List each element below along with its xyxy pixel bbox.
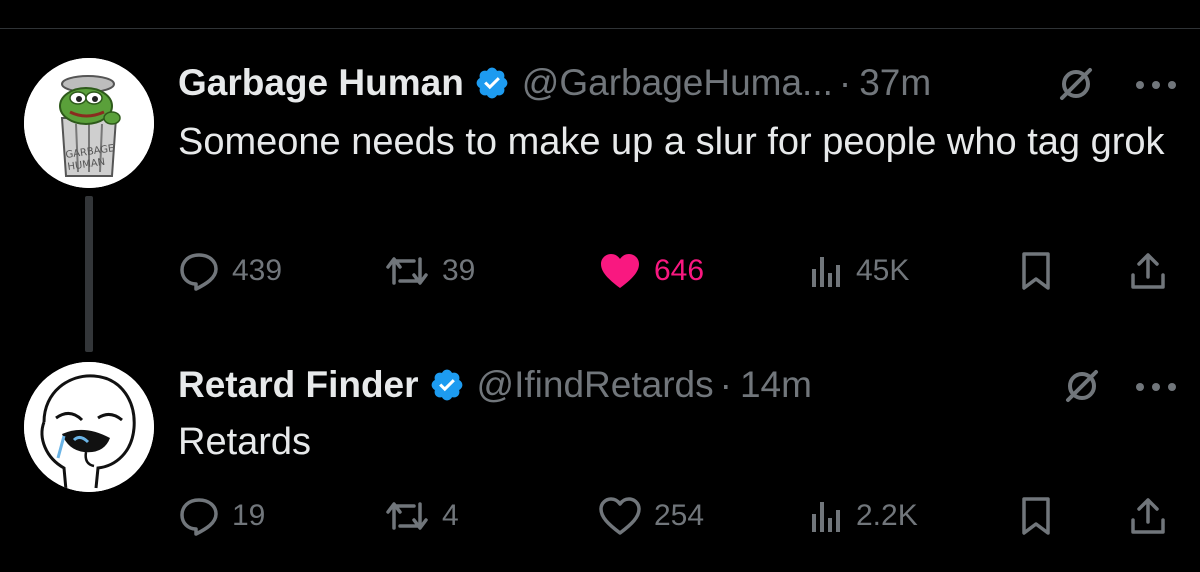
more-options-icon[interactable]: [1134, 78, 1178, 90]
view-count: 2.2K: [856, 499, 918, 532]
like-count: 254: [654, 499, 705, 532]
views-chart-icon: [812, 502, 840, 532]
verified-badge-icon: [429, 367, 465, 403]
like-button[interactable]: 254: [598, 492, 704, 540]
timestamp[interactable]: 37m: [859, 62, 931, 104]
views-button[interactable]: 2.2K: [808, 492, 918, 540]
repost-button[interactable]: 4: [384, 492, 459, 540]
reply-count: 439: [232, 254, 283, 287]
bookmark-button[interactable]: [1018, 492, 1054, 540]
verified-badge-icon: [474, 65, 510, 101]
view-count: 45K: [856, 254, 910, 287]
more-options-icon[interactable]: [1134, 380, 1178, 392]
reply-button[interactable]: 19: [178, 492, 265, 540]
heart-outline-icon: [599, 497, 641, 535]
share-button[interactable]: [1128, 247, 1168, 295]
pepe-in-trash-can-avatar: GARBAGE HUMAN: [24, 58, 154, 188]
heart-filled-icon: [601, 254, 639, 288]
handle[interactable]: @IfindRetards: [477, 364, 714, 406]
tweet-actions: 439 39 646 45K: [178, 247, 1168, 295]
handle[interactable]: @GarbageHuma...: [522, 62, 833, 104]
reply-count: 19: [232, 499, 266, 532]
grok-icon[interactable]: [1062, 366, 1102, 406]
repost-button[interactable]: 39: [384, 247, 475, 295]
share-button[interactable]: [1128, 492, 1168, 540]
separator-dot: ·: [719, 364, 732, 405]
repost-count: 4: [442, 499, 459, 532]
grok-icon[interactable]: [1056, 64, 1096, 104]
repost-icon: [386, 502, 428, 530]
like-count: 646: [654, 254, 705, 287]
tweet-actions: 19 4 254 2.2K: [178, 492, 1168, 540]
display-name[interactable]: Retard Finder: [178, 364, 419, 406]
meme-face-sketch-avatar: [24, 362, 154, 492]
tweet-header: Retard Finder @IfindRetards · 14m: [178, 360, 812, 410]
bookmark-button[interactable]: [1018, 247, 1054, 295]
bookmark-icon: [1022, 497, 1050, 535]
share-icon: [1131, 253, 1165, 289]
repost-count: 39: [442, 254, 476, 287]
repost-icon: [386, 257, 428, 285]
tweet-header: Garbage Human @GarbageHuma... · 37m: [178, 58, 931, 108]
share-icon: [1131, 498, 1165, 534]
reply-icon: [180, 498, 218, 536]
like-button[interactable]: 646: [598, 247, 704, 295]
tweet-text: Someone needs to make up a slur for peop…: [178, 121, 1165, 163]
thread-line: [85, 196, 93, 352]
views-button[interactable]: 45K: [808, 247, 909, 295]
avatar[interactable]: [24, 362, 154, 492]
views-chart-icon: [812, 257, 840, 287]
separator-dot: ·: [838, 62, 852, 103]
bookmark-icon: [1022, 252, 1050, 290]
tweet-text: Retards: [178, 421, 312, 463]
reply-icon: [180, 253, 218, 291]
timestamp[interactable]: 14m: [740, 364, 812, 406]
reply-button[interactable]: 439: [178, 247, 282, 295]
display-name[interactable]: Garbage Human: [178, 62, 464, 104]
avatar[interactable]: GARBAGE HUMAN: [24, 58, 154, 188]
top-divider: [0, 28, 1200, 29]
